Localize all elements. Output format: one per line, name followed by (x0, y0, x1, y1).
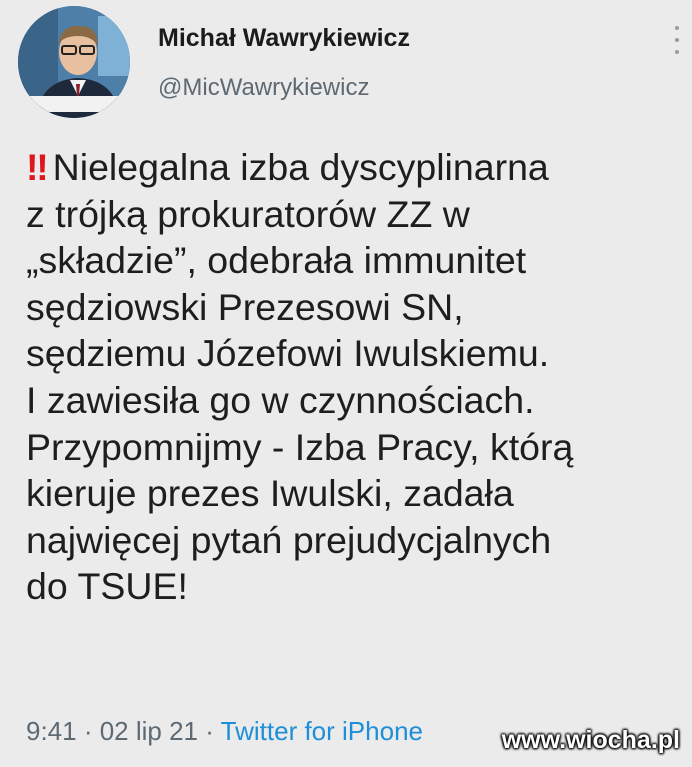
avatar-photo (18, 6, 130, 118)
more-dot (675, 50, 679, 54)
more-dot (675, 38, 679, 42)
tweet-line: sędziowski Prezesowi SN, (26, 285, 464, 328)
tweet-meta: 9:41 · 02 lip 21 · Twitter for iPhone (26, 716, 423, 747)
tweet-line: ‼ Nielegalna izba dyscyplinarna (26, 146, 549, 188)
author-handle[interactable]: @MicWawrykiewicz (158, 74, 369, 102)
tweet-line: sędziemu Józefowi Iwulskiemu. (26, 332, 550, 375)
tweet-text: ‼ Nielegalna izba dyscyplinarna z trójką … (26, 144, 676, 610)
more-dot (675, 26, 679, 30)
tweet-line: najwięcej pytań prejudycjalnych (26, 518, 552, 561)
meta-separator: · (198, 716, 221, 746)
tweet-line: kieruje prezes Iwulski, zadała (26, 472, 514, 515)
tweet-line: z trójką prokuratorów ZZ w (26, 192, 470, 235)
tweet-line: „składzie”, odebrała immunitet (26, 239, 527, 282)
watermark: www.wiocha.pl (501, 726, 680, 754)
tweet-line: I zawiesiła go w czynnościach. (26, 378, 535, 421)
tweet-line: do TSUE! (26, 565, 188, 608)
author-name[interactable]: Michał Wawrykiewicz (158, 24, 410, 53)
meta-separator: · (76, 716, 100, 746)
tweet-date[interactable]: 02 lip 21 (100, 716, 198, 746)
avatar[interactable] (18, 6, 130, 118)
more-options-icon[interactable] (670, 26, 684, 54)
double-exclamation-icon: ‼ (26, 146, 49, 188)
tweet-time[interactable]: 9:41 (26, 716, 77, 746)
tweet-line: Przypomnijmy - Izba Pracy, którą (26, 425, 574, 468)
tweet-source-link[interactable]: Twitter for iPhone (221, 716, 423, 746)
